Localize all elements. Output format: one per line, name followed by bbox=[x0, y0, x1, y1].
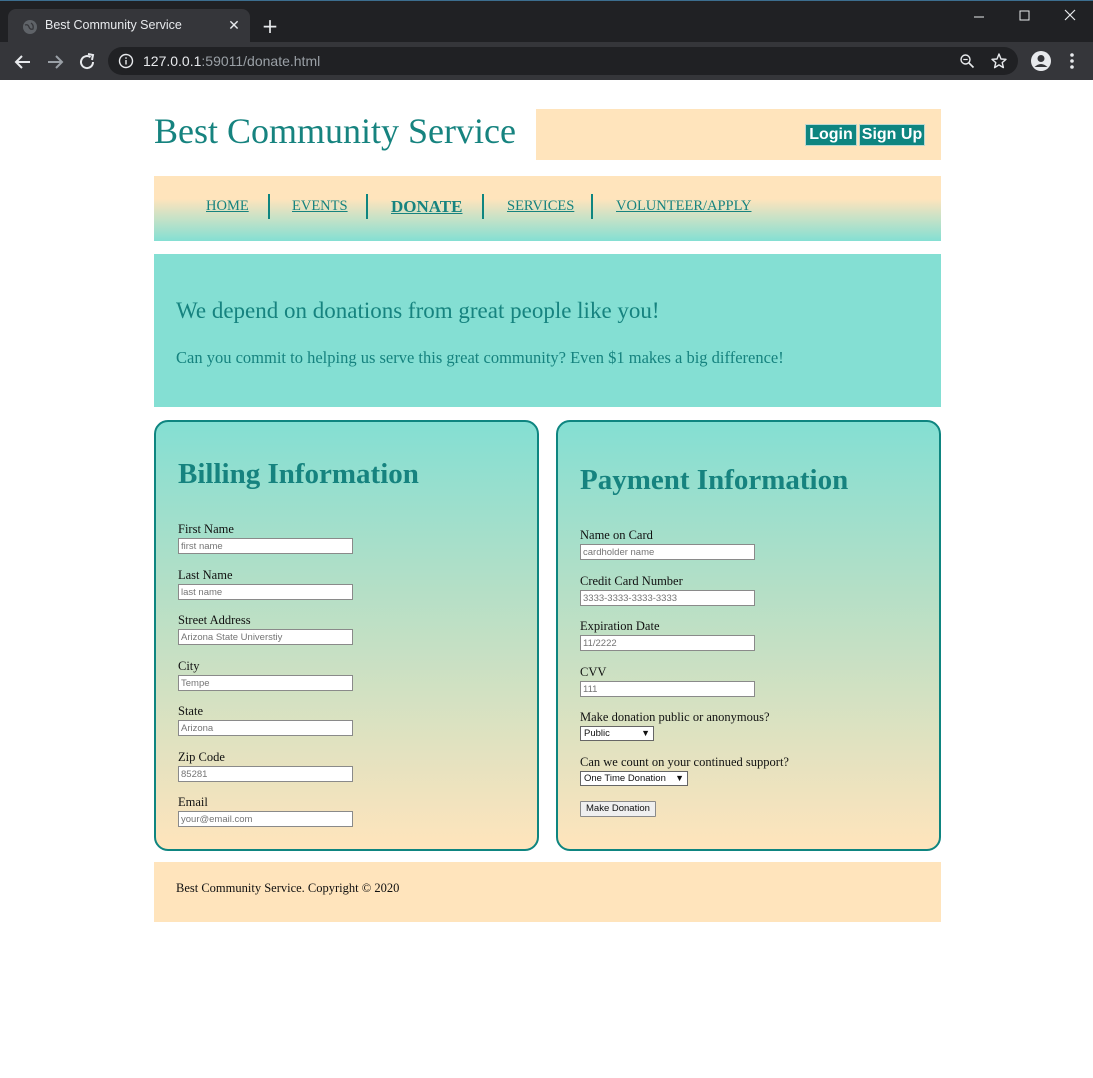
expiration-date-input[interactable] bbox=[580, 635, 755, 651]
login-button[interactable]: Login bbox=[805, 124, 857, 146]
new-tab-icon[interactable]: + bbox=[259, 15, 281, 37]
payment-panel: Payment Information Name on Card Credit … bbox=[556, 420, 941, 851]
frequency-select[interactable]: One Time Donation ▼ bbox=[580, 771, 688, 786]
first-name-label: First Name bbox=[178, 522, 234, 536]
email-input[interactable] bbox=[178, 811, 353, 827]
street-address-label: Street Address bbox=[178, 613, 251, 627]
first-name-input[interactable] bbox=[178, 538, 353, 554]
frequency-label: Can we count on your continued support? bbox=[580, 755, 789, 769]
visibility-label: Make donation public or anonymous? bbox=[580, 710, 770, 724]
city-input[interactable] bbox=[178, 675, 353, 691]
credit-card-number-input[interactable] bbox=[580, 590, 755, 606]
last-name-input[interactable] bbox=[178, 584, 353, 600]
back-arrow-icon[interactable] bbox=[11, 50, 35, 74]
cvv-label: CVV bbox=[580, 665, 607, 679]
name-on-card-label: Name on Card bbox=[580, 528, 653, 542]
email-label: Email bbox=[178, 795, 208, 809]
maximize-icon[interactable] bbox=[1001, 5, 1047, 29]
profile-avatar-icon[interactable] bbox=[1030, 50, 1052, 72]
close-window-icon[interactable] bbox=[1047, 5, 1093, 29]
bookmark-star-icon[interactable] bbox=[990, 52, 1008, 70]
make-donation-button[interactable]: Make Donation bbox=[580, 801, 656, 817]
name-on-card-input[interactable] bbox=[580, 544, 755, 560]
browser-chrome: Best Community Service ✕ + 127.0.0.1:590… bbox=[0, 0, 1093, 80]
info-icon[interactable] bbox=[118, 53, 134, 69]
nav-divider bbox=[268, 194, 270, 219]
zip-code-label: Zip Code bbox=[178, 750, 225, 764]
zoom-icon[interactable] bbox=[959, 53, 975, 69]
street-address-input[interactable] bbox=[178, 629, 353, 645]
nav-events[interactable]: EVENTS bbox=[292, 198, 348, 215]
dropdown-arrow-icon: ▼ bbox=[675, 773, 684, 783]
copyright-text: Best Community Service. Copyright © 2020 bbox=[176, 881, 400, 895]
billing-panel: Billing Information First Name Last Name… bbox=[154, 420, 539, 851]
donation-banner: We depend on donations from great people… bbox=[154, 254, 941, 407]
nav-volunteer-apply[interactable]: VOLUNTEER/APPLY bbox=[616, 198, 752, 215]
tab-title: Best Community Service bbox=[45, 18, 182, 32]
visibility-select[interactable]: Public ▼ bbox=[580, 726, 654, 741]
credit-card-number-label: Credit Card Number bbox=[580, 574, 683, 588]
nav-divider bbox=[591, 194, 593, 219]
main-nav: HOME EVENTS DONATE SERVICES VOLUNTEER/AP… bbox=[154, 176, 941, 241]
url-host: 127.0.0.1 bbox=[143, 53, 202, 69]
cvv-input[interactable] bbox=[580, 681, 755, 697]
city-label: City bbox=[178, 659, 200, 673]
address-bar[interactable]: 127.0.0.1:59011/donate.html bbox=[108, 47, 1018, 75]
forward-arrow-icon[interactable] bbox=[43, 50, 67, 74]
reload-icon[interactable] bbox=[75, 50, 99, 74]
browser-toolbar: 127.0.0.1:59011/donate.html bbox=[0, 42, 1093, 80]
dropdown-arrow-icon: ▼ bbox=[641, 728, 650, 738]
banner-subtitle: Can you commit to helping us serve this … bbox=[176, 348, 784, 367]
nav-home[interactable]: HOME bbox=[206, 198, 249, 215]
banner-title: We depend on donations from great people… bbox=[176, 298, 660, 323]
menu-dots-icon[interactable] bbox=[1064, 50, 1080, 72]
page: Best Community Service Login Sign Up HOM… bbox=[0, 80, 1093, 1078]
footer: Best Community Service. Copyright © 2020 bbox=[154, 862, 941, 922]
state-label: State bbox=[178, 704, 203, 718]
zip-code-input[interactable] bbox=[178, 766, 353, 782]
tab-strip: Best Community Service ✕ + bbox=[0, 0, 1093, 43]
payment-title: Payment Information bbox=[580, 464, 849, 496]
browser-tab[interactable]: Best Community Service ✕ bbox=[8, 9, 250, 43]
visibility-selected-value: Public bbox=[584, 728, 610, 739]
site-title: Best Community Service bbox=[154, 111, 516, 151]
frequency-selected-value: One Time Donation bbox=[584, 773, 666, 784]
expiration-date-label: Expiration Date bbox=[580, 619, 660, 633]
nav-divider bbox=[366, 194, 368, 219]
auth-box: Login Sign Up bbox=[536, 109, 941, 160]
nav-donate[interactable]: DONATE bbox=[391, 197, 462, 217]
minimize-icon[interactable] bbox=[955, 5, 1001, 29]
billing-title: Billing Information bbox=[178, 458, 419, 490]
sign-up-button[interactable]: Sign Up bbox=[859, 124, 925, 146]
state-input[interactable] bbox=[178, 720, 353, 736]
globe-icon bbox=[23, 20, 37, 34]
url-path: :59011/donate.html bbox=[201, 53, 321, 69]
close-tab-icon[interactable]: ✕ bbox=[226, 18, 242, 34]
nav-divider bbox=[482, 194, 484, 219]
last-name-label: Last Name bbox=[178, 568, 233, 582]
nav-services[interactable]: SERVICES bbox=[507, 198, 574, 215]
url-text: 127.0.0.1:59011/donate.html bbox=[143, 53, 320, 69]
